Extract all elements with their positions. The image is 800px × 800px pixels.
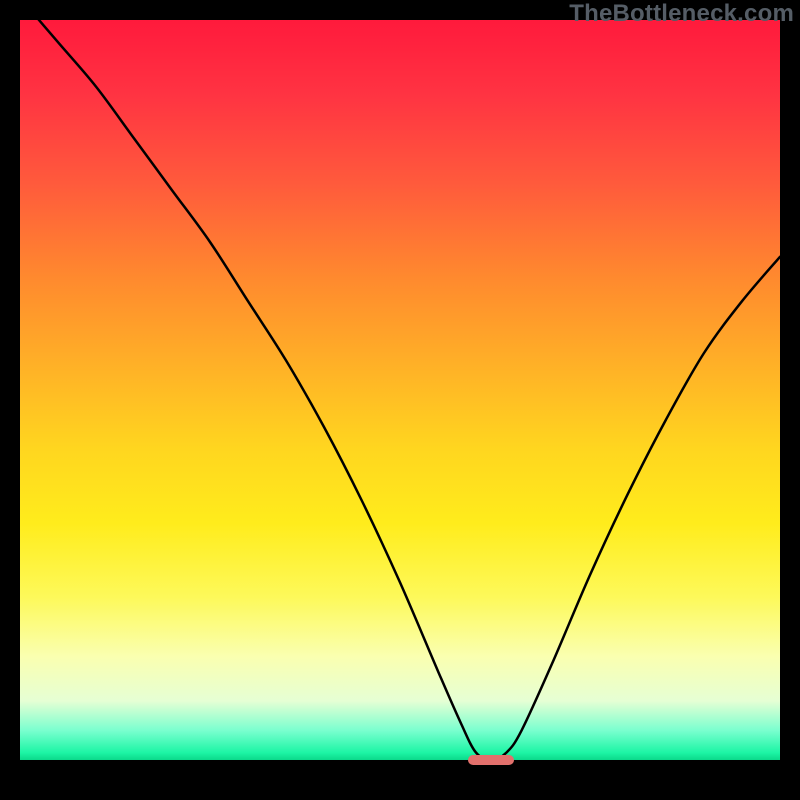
plot-area xyxy=(20,20,780,760)
chart-frame: TheBottleneck.com xyxy=(0,0,800,800)
watermark-text: TheBottleneck.com xyxy=(569,0,794,28)
optimum-marker xyxy=(468,755,514,765)
